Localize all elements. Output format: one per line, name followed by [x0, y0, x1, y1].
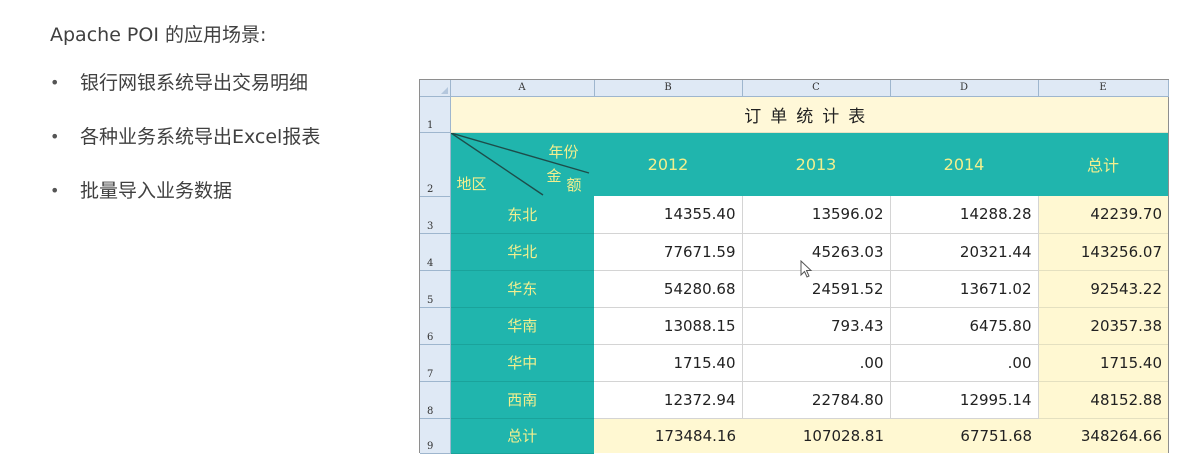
total-cell-2012[interactable]: 173484.16	[594, 418, 742, 453]
bullet-dot-icon: •	[50, 181, 60, 200]
diag-label-year: 年份	[548, 142, 579, 161]
value-cell-2013[interactable]: 24591.52	[742, 270, 891, 308]
row-header-5[interactable]: 5	[420, 270, 451, 308]
table-row: 6 华南 13088.15 793.43 6475.80 20357.38	[420, 307, 1168, 345]
table-row: 8 西南 12372.94 22784.80 12995.14 48152.88	[420, 381, 1168, 419]
total-cell-2013[interactable]: 107028.81	[742, 418, 890, 453]
value-cell-2014[interactable]: .00	[890, 344, 1039, 382]
value-cell-2012[interactable]: 77671.59	[594, 233, 743, 271]
region-cell[interactable]: 西南	[450, 381, 594, 419]
select-all-triangle-icon	[440, 86, 448, 94]
sheet-row-1: 1 订单统计表	[420, 96, 1168, 133]
row-header-7[interactable]: 7	[420, 344, 451, 382]
bullet-text: 银行网银系统导出交易明细	[80, 72, 309, 94]
region-cell[interactable]: 华北	[450, 233, 594, 271]
bullet-item: • 银行网银系统导出交易明细	[50, 70, 320, 124]
bullet-dot-icon: •	[50, 73, 60, 92]
diag-label-amount-1: 金	[546, 166, 562, 185]
table-row: 4 华北 77671.59 45263.03 20321.44 143256.0…	[420, 233, 1168, 271]
value-cell-total[interactable]: 20357.38	[1038, 307, 1168, 345]
table-row: 3 东北 14355.40 13596.02 14288.28 42239.70	[420, 196, 1168, 234]
value-cell-2012[interactable]: 13088.15	[594, 307, 743, 345]
total-row: 9 总计 173484.16 107028.81 67751.68 348264…	[420, 418, 1168, 454]
header-2012[interactable]: 2012	[594, 132, 742, 196]
mouse-cursor-icon	[800, 260, 813, 278]
column-header-c[interactable]: C	[742, 80, 891, 97]
value-cell-2012[interactable]: 14355.40	[594, 196, 743, 234]
row-header-4[interactable]: 4	[420, 233, 451, 271]
column-header-d[interactable]: D	[890, 80, 1039, 97]
value-cell-2012[interactable]: 12372.94	[594, 381, 743, 419]
header-total[interactable]: 总计	[1038, 132, 1168, 196]
header-2013[interactable]: 2013	[742, 132, 890, 196]
grand-total-cell[interactable]: 348264.66	[1038, 418, 1168, 453]
value-cell-2013[interactable]: 22784.80	[742, 381, 891, 419]
bullet-list: • 银行网银系统导出交易明细 • 各种业务系统导出Excel报表 • 批量导入业务数据	[50, 70, 320, 232]
region-cell[interactable]: 华南	[450, 307, 594, 345]
region-cell[interactable]: 华东	[450, 270, 594, 308]
value-cell-2013[interactable]: 793.43	[742, 307, 891, 345]
diag-label-amount-2: 额	[566, 175, 582, 194]
value-cell-2013[interactable]: 45263.03	[742, 233, 891, 271]
diagonal-header-cell[interactable]: 年份 金 额 地区	[450, 132, 594, 196]
row-header-8[interactable]: 8	[420, 381, 451, 419]
region-cell[interactable]: 东北	[450, 196, 594, 234]
spreadsheet-grid: A B C D E 1 订单统计表 2 年份 金 额 地区 2012 2013	[420, 80, 1169, 454]
value-cell-2013[interactable]: 13596.02	[742, 196, 891, 234]
value-cell-total[interactable]: 143256.07	[1038, 233, 1168, 271]
bullet-dot-icon: •	[50, 127, 60, 146]
value-cell-2014[interactable]: 6475.80	[890, 307, 1039, 345]
value-cell-2014[interactable]: 12995.14	[890, 381, 1039, 419]
table-title-cell[interactable]: 订单统计表	[450, 96, 1168, 133]
table-row: 5 华东 54280.68 24591.52 13671.02 92543.22	[420, 270, 1168, 308]
region-cell[interactable]: 华中	[450, 344, 594, 382]
diag-label-region: 地区	[456, 174, 487, 193]
value-cell-2014[interactable]: 20321.44	[890, 233, 1039, 271]
column-header-a[interactable]: A	[450, 80, 595, 97]
value-cell-2013[interactable]: .00	[742, 344, 891, 382]
row-header-6[interactable]: 6	[420, 307, 451, 345]
bullet-item: • 各种业务系统导出Excel报表	[50, 124, 320, 178]
column-header-b[interactable]: B	[594, 80, 743, 97]
row-header-3[interactable]: 3	[420, 196, 451, 234]
spreadsheet-screenshot: A B C D E 1 订单统计表 2 年份 金 额 地区 2012 2013	[419, 79, 1169, 454]
column-header-e[interactable]: E	[1038, 80, 1169, 97]
select-all-corner[interactable]	[420, 80, 451, 97]
header-2014[interactable]: 2014	[890, 132, 1038, 196]
value-cell-2014[interactable]: 14288.28	[890, 196, 1039, 234]
column-header-row: A B C D E	[420, 80, 1169, 97]
total-label-cell[interactable]: 总计	[450, 418, 594, 454]
value-cell-2012[interactable]: 54280.68	[594, 270, 743, 308]
slide-title: Apache POI 的应用场景:	[50, 24, 267, 46]
total-cell-2014[interactable]: 67751.68	[890, 418, 1038, 453]
value-cell-total[interactable]: 48152.88	[1038, 381, 1168, 419]
value-cell-total[interactable]: 1715.40	[1038, 344, 1168, 382]
value-cell-2014[interactable]: 13671.02	[890, 270, 1039, 308]
bullet-text: 各种业务系统导出Excel报表	[80, 126, 321, 148]
bullet-item: • 批量导入业务数据	[50, 178, 320, 232]
value-cell-2012[interactable]: 1715.40	[594, 344, 743, 382]
sheet-row-2: 2 年份 金 额 地区 2012 2013 2014 总计	[420, 132, 1168, 197]
value-cell-total[interactable]: 42239.70	[1038, 196, 1168, 234]
row-header-9[interactable]: 9	[420, 418, 451, 454]
table-row: 7 华中 1715.40 .00 .00 1715.40	[420, 344, 1168, 382]
bullet-text: 批量导入业务数据	[80, 180, 233, 202]
value-cell-total[interactable]: 92543.22	[1038, 270, 1168, 308]
row-header-2[interactable]: 2	[420, 132, 451, 197]
row-header-1[interactable]: 1	[420, 96, 451, 133]
